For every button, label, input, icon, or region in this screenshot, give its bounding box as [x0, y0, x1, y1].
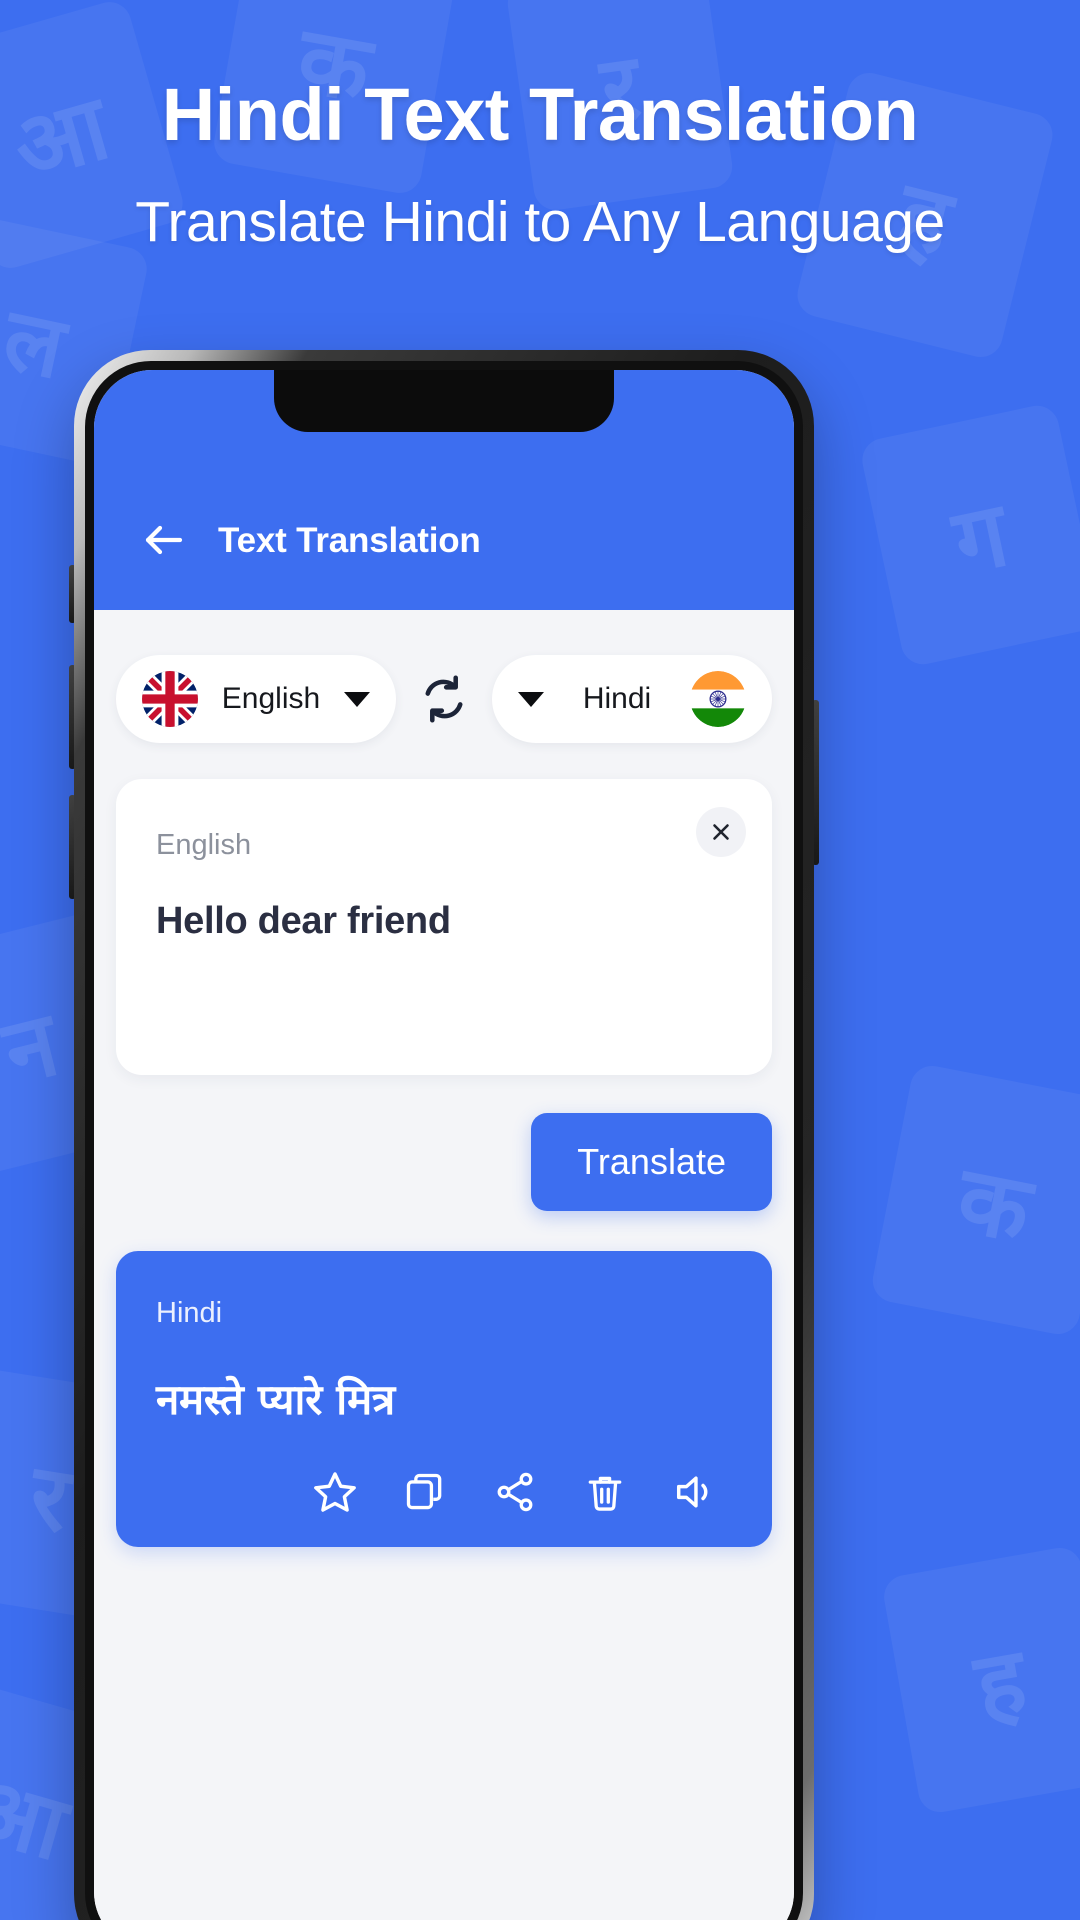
source-language-name: English [221, 682, 321, 715]
source-text-value[interactable]: Hello dear friend [156, 900, 732, 943]
target-language-chip[interactable]: Hindi [492, 655, 772, 743]
translate-button-row: Translate [94, 1075, 794, 1211]
copy-icon[interactable] [400, 1467, 450, 1517]
share-icon[interactable] [490, 1467, 540, 1517]
result-card-label: Hindi [156, 1297, 223, 1329]
result-text-value: नमस्ते प्यारे मित्र [156, 1375, 395, 1424]
result-action-row [156, 1467, 732, 1517]
promo-title: Hindi Text Translation [161, 73, 919, 156]
background-tile: क [869, 1062, 1080, 1338]
phone-screen: Text Translation English Hindi English H… [94, 370, 794, 1920]
app-content: English Hindi English Hello dear friend … [94, 610, 794, 1920]
source-text-card[interactable]: English Hello dear friend [116, 779, 772, 1075]
back-arrow-icon[interactable] [140, 516, 188, 564]
close-x-icon[interactable] [696, 807, 746, 857]
background-tile: ग [858, 401, 1080, 669]
swap-refresh-icon[interactable] [406, 661, 482, 737]
phone-frame: Text Translation English Hindi English H… [74, 350, 814, 1920]
flag-uk-icon [142, 671, 198, 727]
language-selector-row: English Hindi [94, 610, 794, 743]
app-bar-title: Text Translation [218, 521, 481, 560]
target-language-name: Hindi [582, 682, 652, 715]
promo-header: Hindi Text Translation Translate Hindi t… [0, 0, 1080, 251]
translate-button[interactable]: Translate [531, 1113, 772, 1211]
chevron-down-icon[interactable] [344, 691, 370, 707]
chevron-down-icon[interactable] [518, 691, 544, 707]
trash-icon[interactable] [580, 1467, 630, 1517]
phone-mockup: Text Translation English Hindi English H… [69, 350, 819, 1920]
speaker-icon[interactable] [670, 1467, 720, 1517]
phone-notch [274, 370, 614, 432]
star-icon[interactable] [310, 1467, 360, 1517]
promo-subtitle: Translate Hindi to Any Language [135, 190, 945, 254]
background-tile: ह [880, 1544, 1080, 1816]
phone-bezel: Text Translation English Hindi English H… [85, 361, 803, 1920]
flag-india-icon [690, 671, 746, 727]
result-card: Hindi नमस्ते प्यारे मित्र [116, 1251, 772, 1547]
source-language-chip[interactable]: English [116, 655, 396, 743]
source-card-label: English [156, 829, 252, 861]
